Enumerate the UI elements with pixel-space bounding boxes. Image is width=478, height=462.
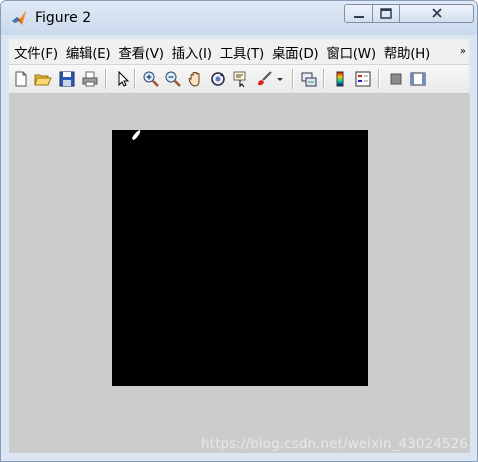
- new-figure-icon[interactable]: [12, 70, 30, 88]
- menu-overflow-icon[interactable]: »: [460, 46, 466, 57]
- brush-dropdown-icon[interactable]: [275, 70, 285, 88]
- menu-tools[interactable]: 工具(T): [215, 42, 267, 62]
- menu-desktop[interactable]: 桌面(D): [267, 42, 321, 62]
- open-file-icon[interactable]: [34, 70, 52, 88]
- save-icon[interactable]: [58, 70, 76, 88]
- link-plot-icon[interactable]: [300, 70, 318, 88]
- maximize-icon: [380, 8, 392, 19]
- minimize-icon: [353, 16, 364, 18]
- watermark-text: https://blog.csdn.net/weixin_43024526: [201, 436, 468, 452]
- data-cursor-icon[interactable]: [232, 70, 250, 88]
- pointer-icon[interactable]: [113, 70, 131, 88]
- window-title: Figure 2: [35, 10, 92, 26]
- title-bar[interactable]: Figure 2: [1, 1, 477, 35]
- toolbar-separator: [323, 69, 325, 89]
- hide-plot-tools-icon[interactable]: [387, 70, 405, 88]
- image-axes[interactable]: [112, 130, 368, 386]
- zoom-out-icon[interactable]: [164, 70, 182, 88]
- toolbar-separator: [378, 69, 380, 89]
- legend-icon[interactable]: [354, 70, 372, 88]
- close-icon: [431, 8, 442, 18]
- close-button[interactable]: [399, 4, 474, 23]
- figure-toolbar: [9, 65, 469, 94]
- brush-icon[interactable]: [255, 70, 273, 88]
- toolbar-separator: [292, 69, 294, 89]
- menu-help[interactable]: 帮助(H): [379, 42, 433, 62]
- menu-window[interactable]: 窗口(W): [321, 42, 378, 62]
- background-window-ghost: [191, 1, 311, 39]
- print-icon[interactable]: [81, 70, 99, 88]
- zoom-in-icon[interactable]: [142, 70, 160, 88]
- colorbar-icon[interactable]: [331, 70, 349, 88]
- menu-file[interactable]: 文件(F): [9, 42, 61, 62]
- menu-bar: 文件(F) 编辑(E) 查看(V) 插入(I) 工具(T) 桌面(D) 窗口(W…: [9, 39, 469, 65]
- menu-view[interactable]: 查看(V): [113, 42, 166, 62]
- white-speck: [132, 130, 141, 140]
- maximize-button[interactable]: [372, 4, 400, 23]
- matlab-icon: [11, 10, 27, 26]
- figure-window: Figure 2 文件(F) 编辑(E) 查看(V) 插入(I) 工具(T) 桌…: [0, 0, 478, 462]
- rotate-3d-icon[interactable]: [209, 70, 227, 88]
- menu-insert[interactable]: 插入(I): [167, 42, 215, 62]
- toolbar-separator: [105, 69, 107, 89]
- toolbar-separator: [134, 69, 136, 89]
- minimize-button[interactable]: [344, 4, 373, 23]
- figure-canvas[interactable]: https://blog.csdn.net/weixin_43024526: [9, 94, 470, 453]
- show-plot-tools-icon[interactable]: [409, 70, 427, 88]
- menu-edit[interactable]: 编辑(E): [61, 42, 114, 62]
- pan-hand-icon[interactable]: [187, 70, 205, 88]
